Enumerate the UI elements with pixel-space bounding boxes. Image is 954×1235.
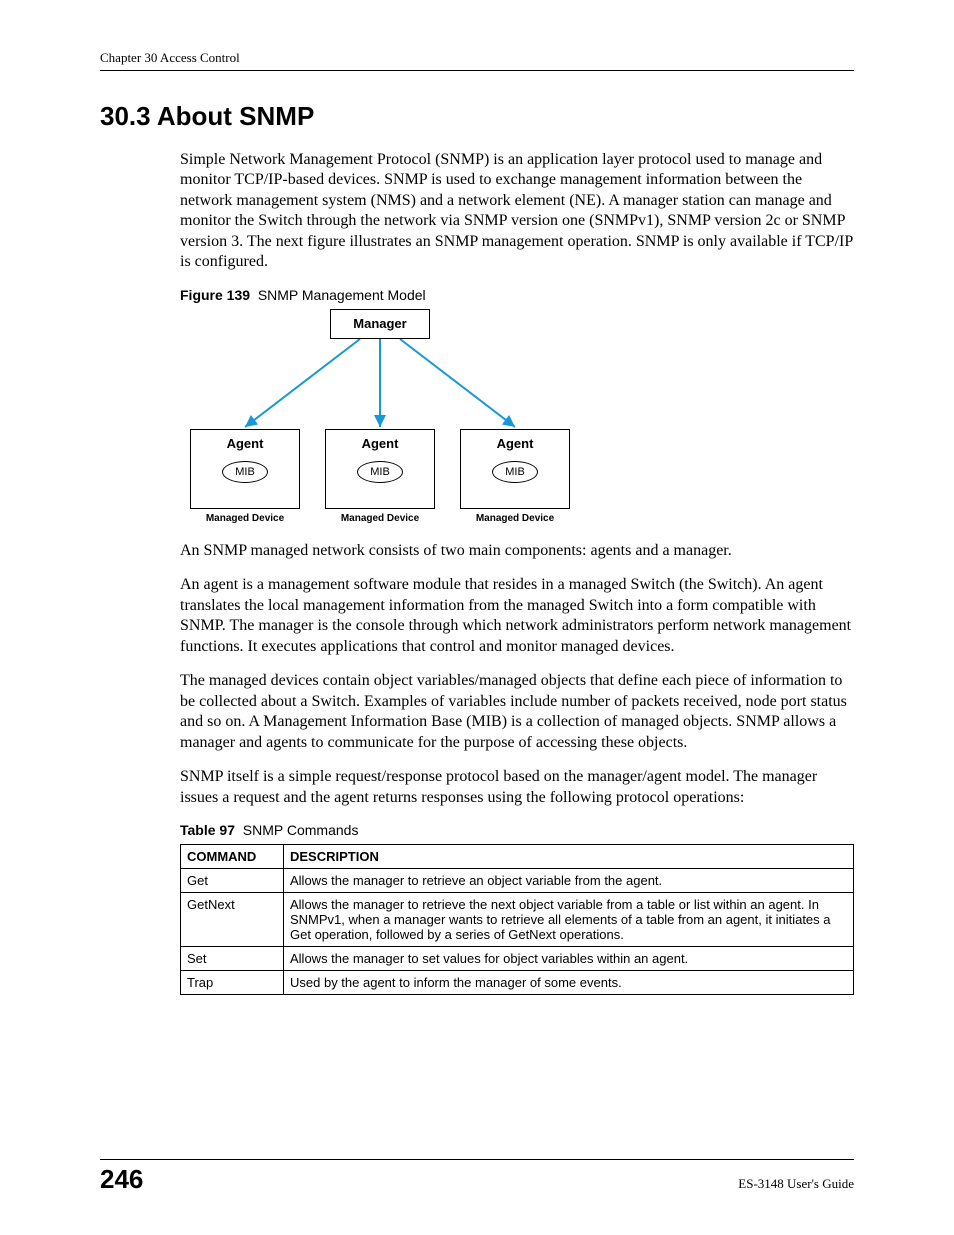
table-cell: GetNext <box>181 892 284 946</box>
section-heading: 30.3 About SNMP <box>100 101 854 132</box>
table-row: GetNext Allows the manager to retrieve t… <box>181 892 854 946</box>
table-caption: Table 97 SNMP Commands <box>180 822 854 838</box>
snmp-diagram: Manager Agent MIB Agent MIB Agent MIB Ma… <box>180 309 580 529</box>
diagram-device-box: Agent MIB <box>460 429 570 509</box>
diagram-managed-device-label: Managed Device <box>325 513 435 524</box>
guide-title: ES-3148 User's Guide <box>738 1176 854 1192</box>
footer-row: 246 ES-3148 User's Guide <box>100 1164 854 1195</box>
table-cell: Allows the manager to retrieve the next … <box>284 892 854 946</box>
paragraph: The managed devices contain object varia… <box>180 671 854 753</box>
diagram-agent-label: Agent <box>332 436 428 451</box>
table-cell: Get <box>181 868 284 892</box>
diagram-device-box: Agent MIB <box>325 429 435 509</box>
document-page: Chapter 30 Access Control 30.3 About SNM… <box>0 0 954 1235</box>
diagram-agent-label: Agent <box>467 436 563 451</box>
table-cell: Allows the manager to retrieve an object… <box>284 868 854 892</box>
table-cell: Allows the manager to set values for obj… <box>284 946 854 970</box>
running-header: Chapter 30 Access Control <box>100 50 854 66</box>
diagram-mib-label: MIB <box>492 461 538 483</box>
figure-caption: Figure 139 SNMP Management Model <box>180 287 854 303</box>
paragraph: Simple Network Management Protocol (SNMP… <box>180 150 854 273</box>
diagram-manager-box: Manager <box>330 309 430 339</box>
diagram-agent-label: Agent <box>197 436 293 451</box>
table-header-cell: DESCRIPTION <box>284 844 854 868</box>
table-header-cell: COMMAND <box>181 844 284 868</box>
diagram-mib-label: MIB <box>357 461 403 483</box>
diagram-managed-device-label: Managed Device <box>190 513 300 524</box>
figure-title: SNMP Management Model <box>258 287 426 303</box>
table-label: Table 97 <box>180 822 235 838</box>
table-row: Trap Used by the agent to inform the man… <box>181 970 854 994</box>
page-footer: 246 ES-3148 User's Guide <box>100 1159 854 1195</box>
header-rule <box>100 70 854 71</box>
paragraph: SNMP itself is a simple request/response… <box>180 767 854 808</box>
table-row: Get Allows the manager to retrieve an ob… <box>181 868 854 892</box>
snmp-commands-table: COMMAND DESCRIPTION Get Allows the manag… <box>180 844 854 995</box>
page-number: 246 <box>100 1164 143 1195</box>
table-cell: Used by the agent to inform the manager … <box>284 970 854 994</box>
paragraph: An agent is a management software module… <box>180 575 854 657</box>
diagram-managed-device-label: Managed Device <box>460 513 570 524</box>
table-cell: Trap <box>181 970 284 994</box>
table-title: SNMP Commands <box>243 822 359 838</box>
table-header-row: COMMAND DESCRIPTION <box>181 844 854 868</box>
footer-rule <box>100 1159 854 1160</box>
table-cell: Set <box>181 946 284 970</box>
diagram-device-box: Agent MIB <box>190 429 300 509</box>
figure-label: Figure 139 <box>180 287 250 303</box>
paragraph: An SNMP managed network consists of two … <box>180 541 854 561</box>
table-row: Set Allows the manager to set values for… <box>181 946 854 970</box>
body-content: Simple Network Management Protocol (SNMP… <box>180 150 854 995</box>
diagram-mib-label: MIB <box>222 461 268 483</box>
